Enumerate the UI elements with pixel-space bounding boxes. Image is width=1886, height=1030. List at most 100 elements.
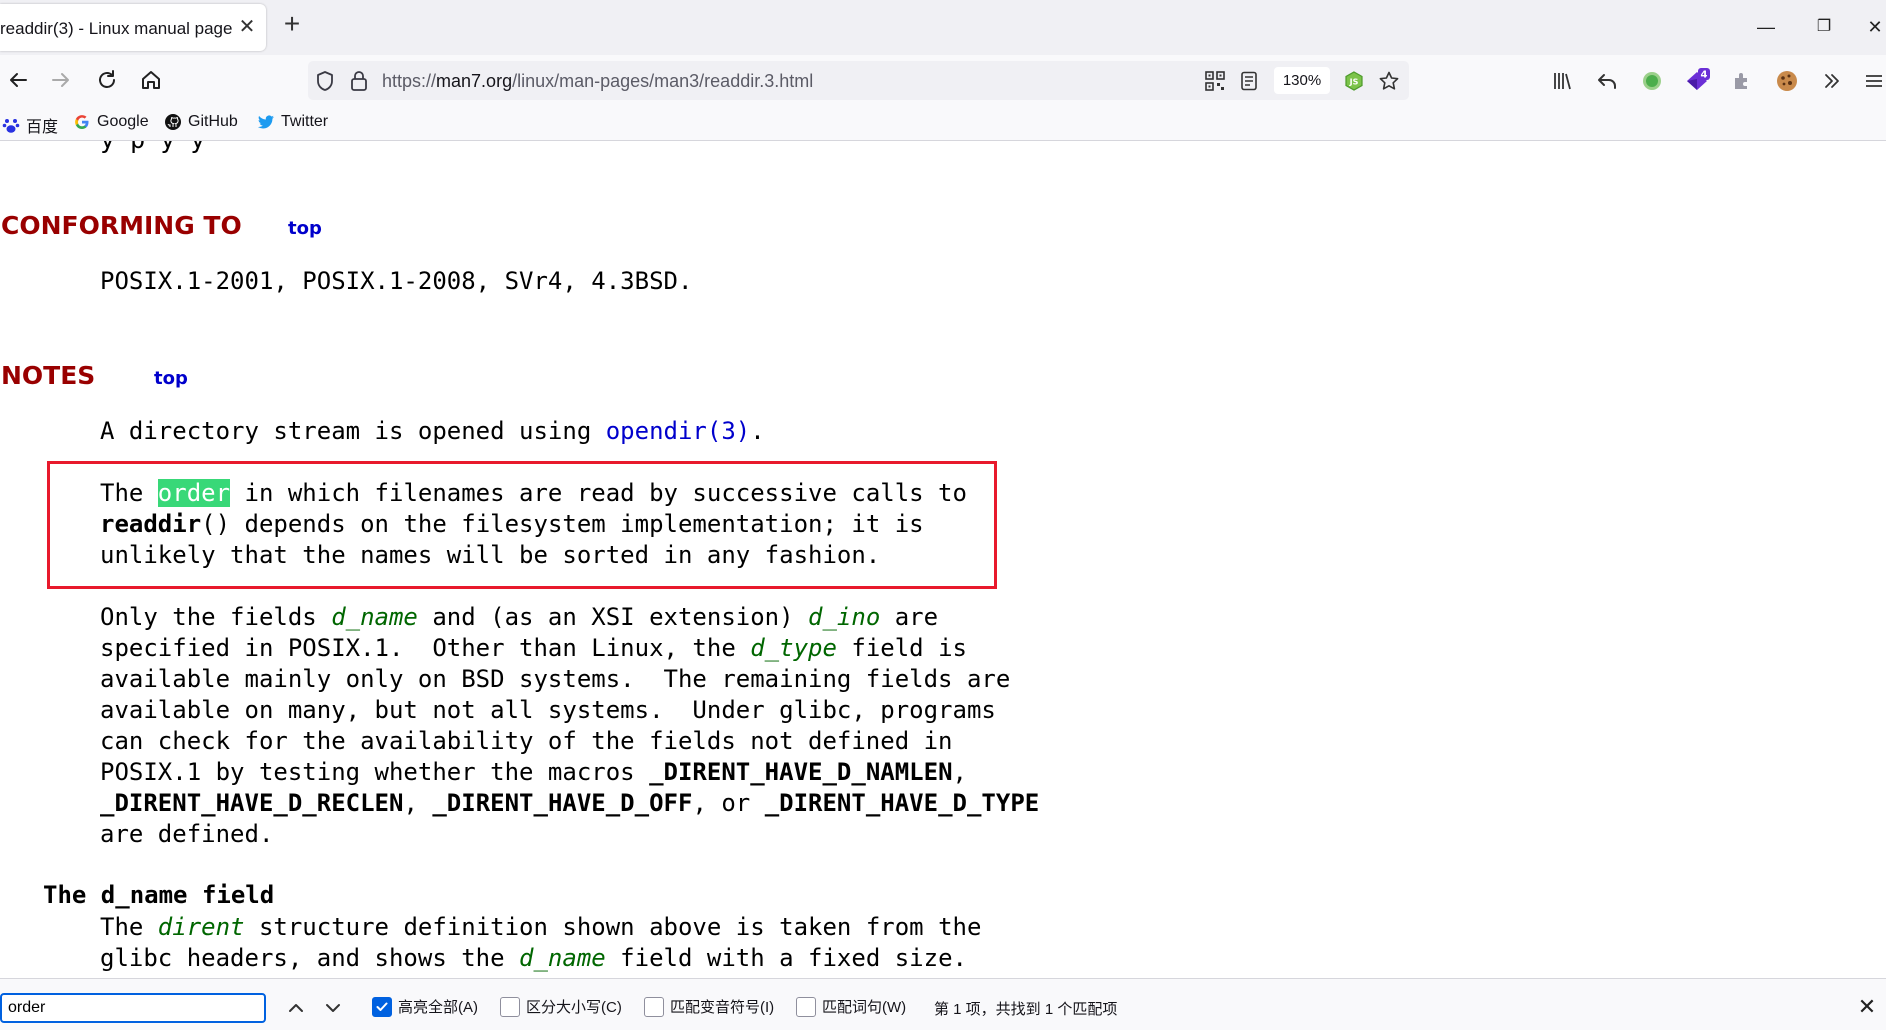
highlight-all-checkbox[interactable]: 高亮全部(A) — [372, 996, 478, 1017]
checkbox-unchecked[interactable] — [796, 996, 816, 1017]
url-prefix: https:// — [382, 71, 437, 91]
dname-paragraph: The dirent structure definition shown ab… — [100, 912, 981, 974]
whole-words-checkbox[interactable]: 匹配词句(W) — [796, 996, 906, 1017]
macro-type: _DIRENT_HAVE_D_TYPE — [764, 789, 1040, 817]
zoom-level-button[interactable]: 130% — [1274, 67, 1330, 94]
text-run: and (as an XSI extension) — [417, 603, 809, 631]
url-text[interactable]: https://man7.org/linux/man-pages/man3/re… — [382, 71, 813, 92]
window-close-button[interactable]: ✕ — [1860, 12, 1886, 42]
find-input[interactable] — [0, 993, 266, 1023]
clipped-text-line: y p y y — [100, 141, 205, 154]
text-run: , or — [692, 789, 765, 817]
bookmark-label: Twitter — [281, 113, 329, 130]
text-run: () depends on the filesystem implementat… — [201, 510, 924, 538]
chevron-down-icon — [326, 1004, 340, 1012]
checkbox-unchecked[interactable] — [500, 996, 520, 1017]
d-ino-italic: d_ino — [808, 603, 881, 631]
bookmark-label: Google — [97, 113, 149, 130]
section-heading-notes: NOTES — [1, 361, 96, 390]
back-arrow-icon — [10, 73, 27, 87]
reload-button[interactable] — [92, 65, 122, 95]
match-diacritics-checkbox[interactable]: 匹配变音符号(I) — [644, 996, 774, 1017]
find-bar: 高亮全部(A) 区分大小写(C) 匹配变音符号(I) 匹配词句(W) 第 1 项… — [0, 978, 1886, 1030]
section-heading-conforming: CONFORMING TO — [1, 211, 242, 240]
checkbox-checked[interactable] — [372, 996, 392, 1017]
url-bar[interactable]: https://man7.org/linux/man-pages/man3/re… — [308, 61, 1409, 100]
page-content: y p y y CONFORMING TO top POSIX.1-2001, … — [0, 141, 1886, 978]
checkbox-unchecked[interactable] — [644, 996, 664, 1017]
svg-text:JS: JS — [1349, 78, 1359, 87]
bookmark-google[interactable]: Google — [73, 113, 149, 131]
text-run: field is — [836, 634, 967, 662]
restore-button[interactable]: ❐ — [1809, 12, 1839, 42]
match-case-checkbox[interactable]: 区分大小写(C) — [500, 996, 622, 1017]
extension-badge-count: 4 — [1701, 70, 1708, 81]
text-run: , — [952, 758, 967, 786]
forward-arrow-icon — [52, 73, 69, 87]
tab-close-icon[interactable]: ✕ — [235, 15, 259, 39]
navigation-toolbar: https://man7.org/linux/man-pages/man3/re… — [0, 55, 1886, 106]
text-run: in which filenames are read by successiv… — [230, 479, 967, 507]
bookmark-twitter[interactable]: Twitter — [257, 113, 328, 131]
new-tab-button[interactable]: + — [278, 10, 306, 39]
notes-paragraph-1: A directory stream is opened using opend… — [100, 416, 765, 447]
top-link-conforming[interactable]: top — [288, 218, 322, 239]
puzzle-extension-icon[interactable] — [1728, 67, 1756, 95]
text-run: Only the fields — [100, 603, 332, 631]
bookmark-baidu[interactable]: 百度 — [2, 113, 58, 137]
notes-paragraph-3: Only the fields d_name and (as an XSI ex… — [100, 602, 1039, 850]
macro-off: _DIRENT_HAVE_D_OFF — [432, 789, 693, 817]
find-next-button[interactable] — [318, 993, 348, 1023]
opendir-link[interactable]: opendir(3) — [606, 417, 751, 445]
tab-strip: readdir(3) - Linux manual page ✕ + — ❐ ✕ — [0, 0, 1886, 55]
green-dot-extension-icon[interactable] — [1638, 67, 1666, 95]
chevron-up-icon — [289, 1004, 303, 1012]
lock-icon[interactable] — [347, 69, 371, 93]
library-icon[interactable] — [1548, 67, 1576, 95]
text-run: glibc headers, and shows the — [100, 944, 520, 972]
tab-active[interactable]: readdir(3) - Linux manual page ✕ — [0, 4, 266, 51]
text-run: The — [100, 913, 158, 941]
qr-code-icon[interactable] — [1203, 69, 1227, 93]
minimize-button[interactable]: — — [1751, 12, 1781, 42]
bookmark-github[interactable]: GitHub — [164, 113, 238, 131]
text-run: specified in POSIX.1. Other than Linux, … — [100, 634, 751, 662]
home-button[interactable] — [136, 65, 166, 95]
checkbox-label: 区分大小写(C) — [526, 999, 622, 1016]
macro-reclen: _DIRENT_HAVE_D_RECLEN — [100, 789, 404, 817]
github-octocat-icon — [164, 113, 182, 131]
text-run: POSIX.1 by testing whether the macros — [100, 758, 650, 786]
purple-extension-icon[interactable]: 4 — [1683, 67, 1711, 95]
dirent-italic: dirent — [157, 913, 245, 941]
url-host: man7.org — [436, 71, 513, 91]
extension-hex-icon[interactable]: JS — [1342, 69, 1366, 93]
checkbox-label: 高亮全部(A) — [398, 999, 478, 1016]
d-name-italic: d_name — [331, 603, 418, 631]
menu-hamburger-icon[interactable] — [1860, 67, 1886, 95]
readdir-bold: readdir — [100, 510, 202, 538]
forward-button[interactable] — [46, 65, 76, 95]
find-close-icon[interactable]: ✕ — [1852, 992, 1882, 1022]
text-run: available on many, but not all systems. … — [100, 696, 996, 724]
notes-paragraph-2: The order in which filenames are read by… — [100, 478, 967, 571]
cookie-icon[interactable] — [1773, 67, 1801, 95]
tab-title: readdir(3) - Linux manual page — [0, 19, 233, 38]
text-run: field with a fixed size. — [605, 944, 967, 972]
text-run: can check for the availability of the fi… — [100, 727, 953, 755]
top-link-notes[interactable]: top — [154, 368, 188, 389]
home-icon — [142, 71, 160, 89]
back-button[interactable] — [3, 65, 33, 95]
text-run: unlikely that the names will be sorted i… — [100, 541, 881, 569]
undo-arrow-icon[interactable] — [1593, 67, 1621, 95]
text-run: are defined. — [100, 820, 274, 848]
shield-icon[interactable] — [313, 69, 337, 93]
baidu-paw-icon — [2, 116, 20, 134]
overflow-chevron-icon[interactable] — [1818, 67, 1846, 95]
text-run: The — [100, 479, 158, 507]
star-bookmark-icon[interactable] — [1377, 69, 1401, 93]
find-previous-button[interactable] — [281, 993, 311, 1023]
reader-view-icon[interactable] — [1237, 69, 1261, 93]
macro-namlen: _DIRENT_HAVE_D_NAMLEN — [649, 758, 953, 786]
text-run: are — [880, 603, 939, 631]
reload-icon — [99, 70, 115, 88]
